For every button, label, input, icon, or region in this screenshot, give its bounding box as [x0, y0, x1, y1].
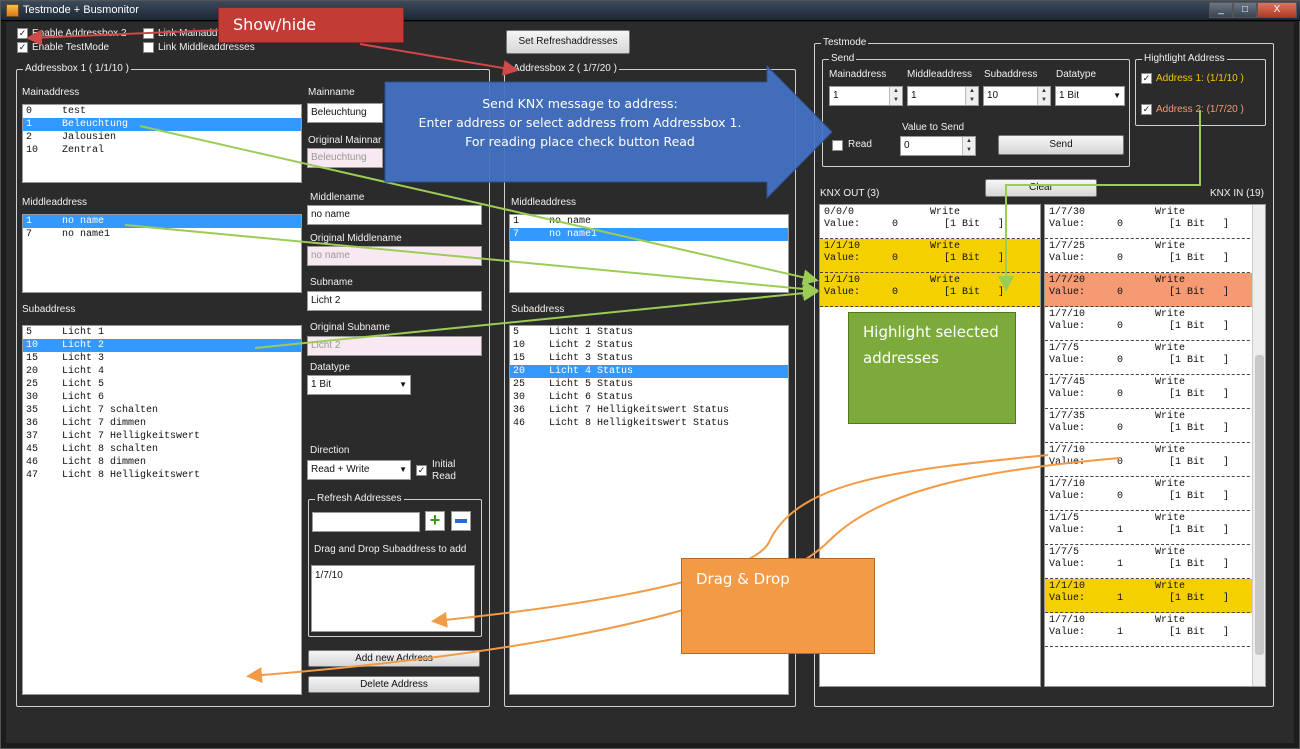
- dragdrop-callout: Drag & Drop: [681, 558, 875, 654]
- showhide-callout: Show/hide: [218, 7, 404, 43]
- send-callout-text: Send KNX message to address: Enter addre…: [400, 94, 760, 151]
- highlight-callout-line: addresses: [863, 349, 939, 367]
- send-callout-line: For reading place check button Read: [465, 134, 695, 149]
- arrow-highlight-to-knx: [998, 110, 1201, 292]
- send-callout-line: Send KNX message to address:: [482, 96, 678, 111]
- arrow-sub-to-knx: [254, 285, 819, 349]
- arrow-showhide-2: [359, 43, 519, 76]
- arrow-showhide-1: [26, 29, 221, 46]
- highlight-callout: Highlight selected addresses: [848, 312, 1016, 424]
- arrow-middle-to-knx: [124, 224, 819, 297]
- highlight-callout-line: Highlight selected: [863, 323, 999, 341]
- send-callout-line: Enter address or select address from Add…: [418, 115, 742, 130]
